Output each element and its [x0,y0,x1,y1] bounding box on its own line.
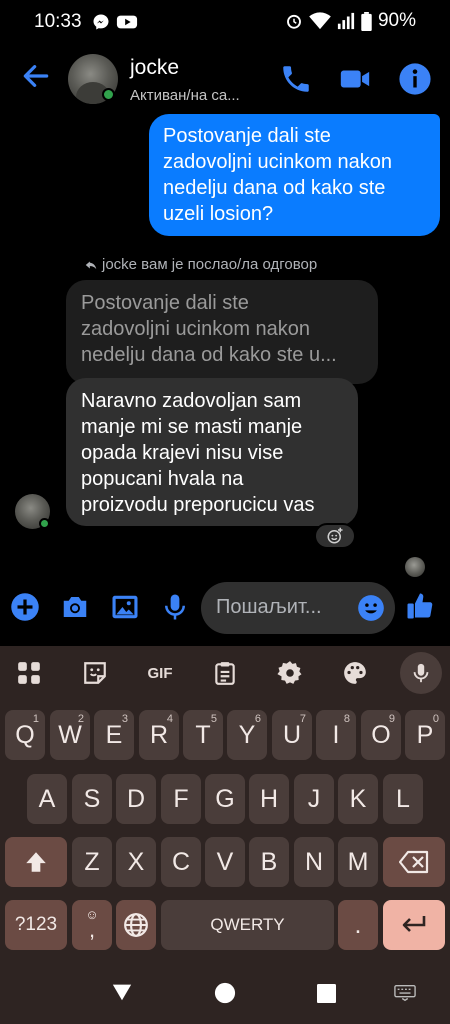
contact-name[interactable]: jocke [130,56,179,80]
online-indicator [102,88,115,101]
outgoing-message[interactable]: Postovanje dali ste zadovoljni ucinkom n… [149,114,440,236]
key-q[interactable]: Q1 [5,710,45,760]
keyboard-switch-icon[interactable] [394,984,416,1002]
microphone-icon[interactable] [160,592,190,622]
incoming-message[interactable]: Naravno zadovoljan sam manje mi se masti… [66,378,358,526]
like-icon[interactable] [405,591,435,621]
system-nav-bar [0,966,450,1024]
add-reaction-button[interactable] [314,523,356,549]
key-b[interactable]: B [249,837,289,887]
settings-icon[interactable] [275,658,305,688]
video-icon[interactable] [338,62,372,96]
status-bar: 10:33 90% [0,0,450,46]
alarm-icon [287,14,301,29]
emoji-icon[interactable] [357,594,385,622]
sticker-icon[interactable] [80,658,110,688]
key-h[interactable]: H [249,774,289,824]
sender-online-indicator [39,518,50,529]
keyboard: GIF Q1 W2 E3 R4 T5 Y6 U7 I8 O9 P0 A S D … [0,646,450,966]
messenger-icon [93,14,109,30]
youtube-icon [116,15,138,29]
message-input-placeholder: Пошаљит... [216,596,322,618]
key-k[interactable]: K [338,774,378,824]
enter-key[interactable] [383,900,445,950]
apps-icon[interactable] [14,658,44,688]
reply-note: jocke вам је послао/ла одговор [84,256,317,273]
shift-key[interactable] [5,837,67,887]
shift-icon [26,852,46,872]
key-i[interactable]: I8 [316,710,356,760]
key-y[interactable]: Y6 [227,710,267,760]
status-time: 10:33 [34,11,82,32]
symbols-key[interactable]: ?123 [5,900,67,950]
reply-icon [85,261,97,269]
key-g[interactable]: G [205,774,245,824]
key-n[interactable]: N [294,837,334,887]
key-r[interactable]: R4 [139,710,179,760]
wifi-icon [309,12,331,30]
back-arrow-icon[interactable] [20,60,52,92]
gallery-icon[interactable] [110,592,140,622]
clipboard-icon[interactable] [210,658,240,688]
key-a[interactable]: A [27,774,67,824]
key-p[interactable]: P0 [405,710,445,760]
signal-icon [337,12,355,30]
phone-icon[interactable] [279,62,313,96]
keyboard-mic-icon[interactable] [400,652,442,694]
emoji-comma-key[interactable]: ☺ , [72,900,112,950]
backspace-key[interactable] [383,837,445,887]
language-key[interactable] [116,900,156,950]
key-s[interactable]: S [72,774,112,824]
info-icon[interactable] [398,62,432,96]
enter-icon [402,916,426,932]
key-m[interactable]: M [338,837,378,887]
key-x[interactable]: X [116,837,156,887]
battery-percent: 90% [377,10,416,31]
key-l[interactable]: L [383,774,423,824]
seen-avatar [405,557,425,577]
plus-icon[interactable] [10,592,40,622]
key-e[interactable]: E3 [94,710,134,760]
key-u[interactable]: U7 [272,710,312,760]
back-icon[interactable] [111,981,133,1003]
backspace-icon [399,850,429,874]
gif-button[interactable]: GIF [142,658,178,688]
camera-icon[interactable] [60,592,90,622]
contact-status: Активан/на са... [130,87,240,104]
battery-icon [361,11,372,31]
period-key[interactable]: . [338,900,378,950]
globe-icon [124,913,148,937]
message-composer: Пошаљит... [0,582,450,644]
key-v[interactable]: V [205,837,245,887]
message-input[interactable]: Пошаљит... [201,582,395,634]
key-z[interactable]: Z [72,837,112,887]
key-j[interactable]: J [294,774,334,824]
add-reaction-icon [327,527,343,544]
home-icon[interactable] [214,982,236,1004]
key-c[interactable]: C [161,837,201,887]
key-t[interactable]: T5 [183,710,223,760]
quoted-message[interactable]: Postovanje dali ste zadovoljni ucinkom n… [66,280,378,384]
space-key[interactable]: QWERTY [161,900,334,950]
key-w[interactable]: W2 [50,710,90,760]
palette-icon[interactable] [340,658,370,688]
keyboard-toolbar: GIF [0,646,450,702]
chat-header: jocke Активан/на са... [0,46,450,110]
key-d[interactable]: D [116,774,156,824]
key-o[interactable]: O9 [361,710,401,760]
recents-icon[interactable] [317,984,336,1003]
key-f[interactable]: F [161,774,201,824]
